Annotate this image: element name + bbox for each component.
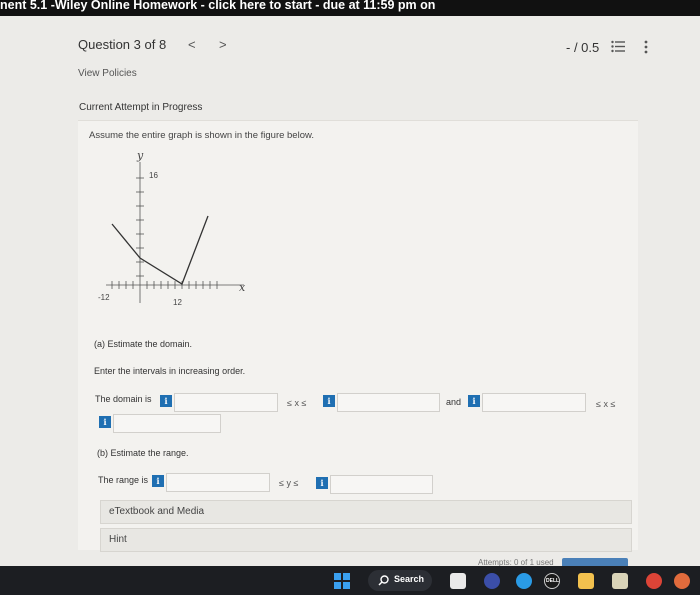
score-display: - / 0.5 (566, 40, 600, 55)
range-inequality: ≤ y ≤ (279, 478, 299, 488)
part-a-label: (a) Estimate the domain. (94, 339, 193, 349)
range-lower-input[interactable] (166, 473, 270, 492)
domain-inequality-2: ≤ x ≤ (596, 399, 616, 409)
file-explorer-icon[interactable] (578, 573, 594, 589)
dell-icon[interactable]: DELL (544, 573, 560, 589)
attempt-status: Current Attempt in Progress (79, 102, 203, 113)
hint-label: Hint (109, 534, 127, 545)
view-policies-link[interactable]: View Policies (78, 68, 137, 79)
and-label: and (446, 397, 462, 407)
task-view-icon[interactable] (450, 573, 466, 589)
etextbook-media-button[interactable]: eTextbook and Media (100, 500, 632, 524)
os-taskbar: Search DELL (0, 566, 700, 595)
teams-icon[interactable] (484, 573, 500, 589)
info-icon[interactable]: i (160, 395, 172, 407)
submit-button[interactable] (562, 558, 628, 566)
domain-inequality-1: ≤ x ≤ (287, 398, 307, 408)
question-label: Question 3 of 8 (78, 37, 167, 52)
x-tick-label-left: -12 (98, 293, 110, 302)
info-icon[interactable]: i (468, 395, 480, 407)
domain-upper-1-input[interactable] (337, 393, 440, 412)
info-icon[interactable]: i (152, 475, 164, 487)
y-tick-label: 16 (149, 171, 158, 180)
domain-lower-1-input[interactable] (174, 393, 278, 412)
part-b-label: (b) Estimate the range. (97, 448, 189, 458)
y-axis-label: y (136, 149, 144, 162)
range-upper-input[interactable] (330, 475, 433, 494)
question-prompt: Assume the entire graph is shown in the … (89, 130, 314, 141)
taskbar-search-button[interactable]: Search (368, 570, 432, 591)
tab-title[interactable]: nent 5.1 -Wiley Online Homework - click … (0, 0, 435, 12)
chrome-icon[interactable] (646, 573, 662, 589)
range-label: The range is (98, 475, 149, 485)
windows-start-icon[interactable] (334, 573, 350, 589)
part-a-instruction: Enter the intervals in increasing order. (94, 366, 246, 376)
domain-lower-2-input[interactable] (482, 393, 586, 412)
function-curve (111, 215, 209, 285)
edge-icon[interactable] (516, 573, 532, 589)
hint-button[interactable]: Hint (100, 528, 632, 552)
app-icon[interactable] (612, 573, 628, 589)
browser-tab-bar: nent 5.1 -Wiley Online Homework - click … (0, 0, 700, 16)
etextbook-label: eTextbook and Media (109, 506, 205, 517)
x-tick-label-right: 12 (173, 298, 182, 307)
search-label: Search (394, 574, 425, 584)
domain-label: The domain is (95, 394, 152, 404)
search-icon (378, 575, 389, 586)
info-icon[interactable]: i (99, 416, 111, 428)
function-graph: y x 16 -12 12 (98, 149, 246, 307)
previous-question-button[interactable]: < (188, 37, 196, 52)
next-question-button[interactable]: > (219, 37, 227, 52)
question-list-icon[interactable] (611, 40, 625, 53)
domain-upper-2-input[interactable] (113, 414, 221, 433)
app-icon[interactable] (674, 573, 690, 589)
info-icon[interactable]: i (316, 477, 328, 489)
x-axis-label: x (239, 281, 246, 294)
info-icon[interactable]: i (323, 395, 335, 407)
more-options-icon[interactable] (643, 40, 649, 54)
